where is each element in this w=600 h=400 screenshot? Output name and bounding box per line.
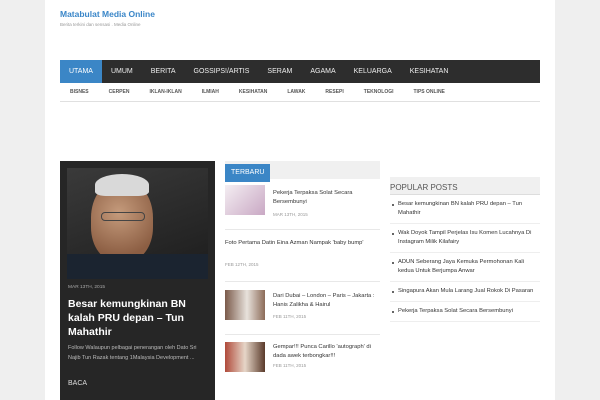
main-nav: UTAMA UMUM BERITA GOSSIPS!/ARTIS SERAM A… <box>60 60 540 83</box>
popular-post-item[interactable]: Singapura Akan Mula Larang Jual Rokok Di… <box>390 282 540 302</box>
latest-post: Gempar!!! Punca Carillo 'autograph' di d… <box>225 342 380 382</box>
main-nav-item-utama[interactable]: UTAMA <box>60 60 102 83</box>
sub-nav: BISNES CERPEN IKLAN-IKLAN ILMIAH KESIHAT… <box>60 83 540 102</box>
latest-post: Pekerja Terpaksa Solat Secara Bersembuny… <box>225 185 380 230</box>
post-thumbnail[interactable] <box>225 290 265 320</box>
sub-nav-item-teknologi[interactable]: TEKNOLOGI <box>354 83 404 101</box>
featured-post: MAR 13TH, 2015 Besar kemungkinan BN kala… <box>60 161 215 400</box>
popular-post-item[interactable]: Pekerja Terpaksa Solat Secara Bersembuny… <box>390 302 540 322</box>
popular-posts-list: Besar kemungkinan BN kalah PRU depan – T… <box>390 195 540 322</box>
sub-nav-item-resepi[interactable]: RESEPI <box>315 83 353 101</box>
main-nav-item-berita[interactable]: BERITA <box>142 60 185 83</box>
latest-post: Foto Pertama Datin Eina Azman Nampak 'ba… <box>225 237 380 282</box>
portrait-suit <box>67 254 208 279</box>
post-date: FEB 11TH, 2015 <box>273 314 307 319</box>
post-title[interactable]: Gempar!!! Punca Carillo 'autograph' di d… <box>273 343 378 361</box>
site-description: Berita terkini dan sensasi . Media Onlin… <box>60 22 141 27</box>
sub-nav-item-bisnes[interactable]: BISNES <box>60 83 99 101</box>
sub-nav-item-kesihatan[interactable]: KESIHATAN <box>229 83 277 101</box>
post-date: FEB 11TH, 2015 <box>273 363 307 368</box>
featured-post-excerpt: Follow Walaupun pelbagai penerangan oleh… <box>68 345 197 361</box>
post-title[interactable]: Dari Dubai – London – Paris – Jakarta : … <box>273 292 378 310</box>
latest-post: Dari Dubai – London – Paris – Jakarta : … <box>225 290 380 335</box>
post-title[interactable]: Pekerja Terpaksa Solat Secara Bersembuny… <box>273 189 378 207</box>
popular-posts-heading: POPULAR POSTS <box>390 183 458 192</box>
main-nav-item-agama[interactable]: AGAMA <box>301 60 344 83</box>
post-date: MAR 13TH, 2015 <box>273 212 308 217</box>
page-container: Matabulat Media Online Berita terkini da… <box>45 0 555 400</box>
main-nav-item-keluarga[interactable]: KELUARGA <box>345 60 401 83</box>
latest-tab-bar: TERBARU <box>225 161 380 182</box>
featured-post-image[interactable] <box>67 168 208 279</box>
post-thumbnail[interactable] <box>225 185 265 215</box>
sub-nav-item-lawak[interactable]: LAWAK <box>277 83 315 101</box>
popular-post-item[interactable]: ADUN Seberang Jaya Kemuka Permohonan Kal… <box>390 253 540 282</box>
sub-nav-item-ilmiah[interactable]: ILMIAH <box>192 83 229 101</box>
main-nav-item-seram[interactable]: SERAM <box>258 60 301 83</box>
popular-post-item[interactable]: Wak Doyok Tampil Perjelas Isu Komen Luca… <box>390 224 540 253</box>
main-nav-item-umum[interactable]: UMUM <box>102 60 142 83</box>
sub-nav-item-tips-online[interactable]: TIPS ONLINE <box>404 83 455 101</box>
post-title[interactable]: Foto Pertama Datin Eina Azman Nampak 'ba… <box>225 239 375 248</box>
site-title[interactable]: Matabulat Media Online <box>60 9 155 19</box>
portrait-glasses <box>101 212 145 221</box>
post-thumbnail[interactable] <box>225 342 265 372</box>
sub-nav-item-cerpen[interactable]: CERPEN <box>99 83 140 101</box>
read-more-link[interactable]: BACA <box>68 380 87 387</box>
main-nav-item-kesihatan[interactable]: KESIHATAN <box>401 60 458 83</box>
main-nav-item-gossips[interactable]: GOSSIPS!/ARTIS <box>185 60 259 83</box>
featured-post-date: MAR 13TH, 2015 <box>68 285 106 290</box>
featured-post-title[interactable]: Besar kemungkinan BN kalah PRU depan – T… <box>68 297 208 339</box>
portrait-hair <box>95 174 149 196</box>
sub-nav-item-iklan[interactable]: IKLAN-IKLAN <box>139 83 191 101</box>
post-date: FEB 12TH, 2015 <box>225 262 259 267</box>
popular-posts-header: POPULAR POSTS <box>390 177 540 195</box>
popular-post-item[interactable]: Besar kemungkinan BN kalah PRU depan – T… <box>390 195 540 224</box>
tab-terbaru[interactable]: TERBARU <box>225 164 271 182</box>
